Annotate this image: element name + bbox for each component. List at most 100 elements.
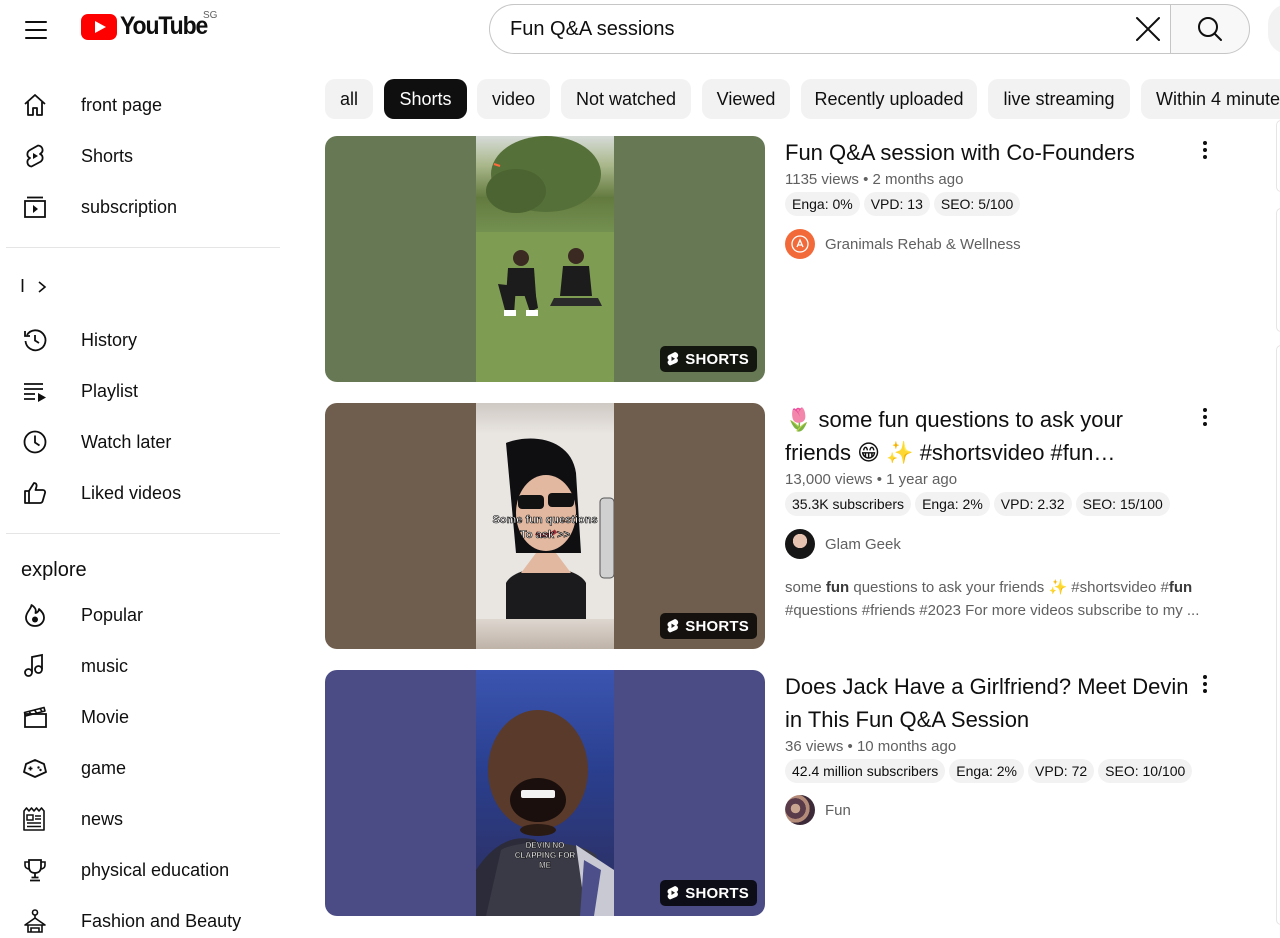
video-thumbnail[interactable]: DEVIN NO CLAPPING FOR ME SHORTS <box>325 670 765 916</box>
thumbnail-scene: DEVIN NO CLAPPING FOR ME <box>476 710 614 916</box>
sidebar-item-label: news <box>81 808 124 829</box>
youtube-logo[interactable]: YouTube <box>81 12 215 41</box>
video-thumbnail[interactable]: Some fun questions To ask >> SHORTS <box>325 403 765 649</box>
shorts-icon <box>667 886 679 900</box>
search-button[interactable] <box>1170 4 1250 54</box>
upload-age: 10 months ago <box>856 738 957 755</box>
sidebar-item-music[interactable]: music <box>8 643 272 689</box>
sidebar-item-watch-later[interactable]: Watch later <box>8 419 272 465</box>
explore-heading: explore <box>21 559 87 581</box>
sidebar-item-trending[interactable]: Popular <box>8 592 272 638</box>
avatar <box>785 795 815 825</box>
chip-within-4-minutes[interactable]: Within 4 minutes <box>1141 79 1280 119</box>
stat-tag: VPD: 13 <box>863 192 930 216</box>
stat-tag: Enga: 2% <box>915 492 990 516</box>
more-actions-button[interactable] <box>1193 672 1217 696</box>
history-icon <box>22 327 48 353</box>
shorts-badge: SHORTS <box>660 880 757 906</box>
video-result: DEVIN NO CLAPPING FOR ME SHORTS Does Jac… <box>325 670 1225 916</box>
youtube-play-icon <box>81 13 117 40</box>
trophy-icon <box>22 857 48 883</box>
you-label: I <box>20 276 26 296</box>
sidebar-item-playlist[interactable]: Playlist <box>8 368 272 414</box>
sidebar-item-sports[interactable]: physical education <box>8 847 272 893</box>
stat-tag: Enga: 0% <box>785 192 860 216</box>
sidebar-item-subscriptions[interactable]: subscription <box>8 184 272 230</box>
view-count: 13,000 views <box>785 471 873 488</box>
edge-card <box>1276 120 1280 192</box>
more-actions-button[interactable] <box>1193 138 1217 162</box>
search-input[interactable] <box>510 5 1110 53</box>
more-actions-button[interactable] <box>1193 405 1217 429</box>
channel-name: Fun <box>825 801 851 819</box>
thumbnail-image: Some fun questions To ask >> <box>476 403 614 649</box>
sidebar-item-label: physical education <box>81 859 230 880</box>
chip-video[interactable]: video <box>477 79 550 119</box>
stats-tags: Enga: 0% VPD: 13 SEO: 5/100 <box>785 192 1021 216</box>
upload-age: 2 months ago <box>872 171 964 188</box>
gaming-icon <box>22 755 48 781</box>
sidebar-item-label: Popular <box>81 604 144 625</box>
channel-name: Granimals Rehab & Wellness <box>825 235 1021 253</box>
shorts-icon <box>22 143 48 169</box>
thumbnail-caption-line-2: CLAPPING FOR <box>515 851 576 860</box>
video-thumbnail[interactable]: SHORTS <box>325 136 765 382</box>
sidebar-item-home[interactable]: front page <box>8 82 272 128</box>
video-result: Some fun questions To ask >> SHORTS 🌷 so… <box>325 403 1225 649</box>
menu-button[interactable] <box>16 10 56 50</box>
sidebar-item-label: Watch later <box>81 431 172 452</box>
more-vert-icon <box>1203 408 1207 412</box>
clear-search-button[interactable] <box>1133 14 1163 44</box>
shorts-badge: SHORTS <box>660 613 757 639</box>
channel-link[interactable]: Granimals Rehab & Wellness <box>785 229 1021 259</box>
sidebar-item-label: Fashion and Beauty <box>81 910 242 931</box>
sidebar-item-fashion[interactable]: Fashion and Beauty <box>8 898 272 938</box>
thumbnail-scene: Some fun questions To ask >> <box>476 433 614 619</box>
chip-not-watched[interactable]: Not watched <box>561 79 691 119</box>
divider <box>6 533 280 534</box>
edge-card <box>1276 208 1280 332</box>
upload-age: 1 year ago <box>886 471 958 488</box>
sidebar-item-label: subscription <box>81 196 178 217</box>
chip-live-streaming[interactable]: live streaming <box>988 79 1130 119</box>
sidebar-item-shorts[interactable]: Shorts <box>8 133 272 179</box>
stat-tag: 42.4 million subscribers <box>785 759 946 783</box>
more-vert-icon <box>1203 675 1207 679</box>
sidebar-item-liked-videos[interactable]: Liked videos <box>8 470 272 516</box>
logo-text: YouTube <box>120 12 208 40</box>
shorts-badge: SHORTS <box>660 346 757 372</box>
voice-search-button[interactable] <box>1268 4 1280 54</box>
stat-tag: SEO: 15/100 <box>1075 492 1170 516</box>
chip-all[interactable]: all <box>325 79 373 119</box>
sidebar-you-section[interactable]: I <box>20 276 49 297</box>
playlist-icon <box>22 378 48 404</box>
chip-recently-uploaded[interactable]: Recently uploaded <box>801 79 977 119</box>
sidebar-item-label: Liked videos <box>81 482 182 503</box>
chip-viewed[interactable]: Viewed <box>702 79 790 119</box>
video-title[interactable]: Fun Q&A session with Co-Founders <box>785 136 1195 169</box>
sidebar-item-label: Movie <box>81 706 130 727</box>
video-title[interactable]: 🌷 some fun questions to ask your friends… <box>785 403 1195 469</box>
trending-icon <box>22 602 48 628</box>
stat-tag: 35.3K subscribers <box>785 492 912 516</box>
channel-link[interactable]: Glam Geek <box>785 529 901 559</box>
more-vert-icon <box>1203 141 1207 145</box>
thumbnail-image: DEVIN NO CLAPPING FOR ME <box>476 670 614 916</box>
shorts-icon <box>667 352 679 366</box>
stats-tags: 35.3K subscribers Enga: 2% VPD: 2.32 SEO… <box>785 492 1170 516</box>
sidebar-item-label: game <box>81 757 127 778</box>
stat-tag: Enga: 2% <box>949 759 1025 783</box>
sidebar-item-gaming[interactable]: game <box>8 745 272 791</box>
sidebar-item-news[interactable]: news <box>8 796 272 842</box>
sidebar-item-movies[interactable]: Movie <box>8 694 272 740</box>
music-icon <box>22 653 48 679</box>
sidebar-item-history[interactable]: History <box>8 317 272 363</box>
stats-tags: 42.4 million subscribers Enga: 2% VPD: 7… <box>785 759 1193 783</box>
channel-link[interactable]: Fun <box>785 795 851 825</box>
video-title[interactable]: Does Jack Have a Girlfriend? Meet Devin … <box>785 670 1195 736</box>
video-meta: 36 views • 10 months ago <box>785 738 957 755</box>
video-meta: 1135 views • 2 months ago <box>785 171 964 188</box>
stat-tag: SEO: 10/100 <box>1098 759 1193 783</box>
chip-shorts[interactable]: Shorts <box>384 79 467 119</box>
avatar <box>785 529 815 559</box>
